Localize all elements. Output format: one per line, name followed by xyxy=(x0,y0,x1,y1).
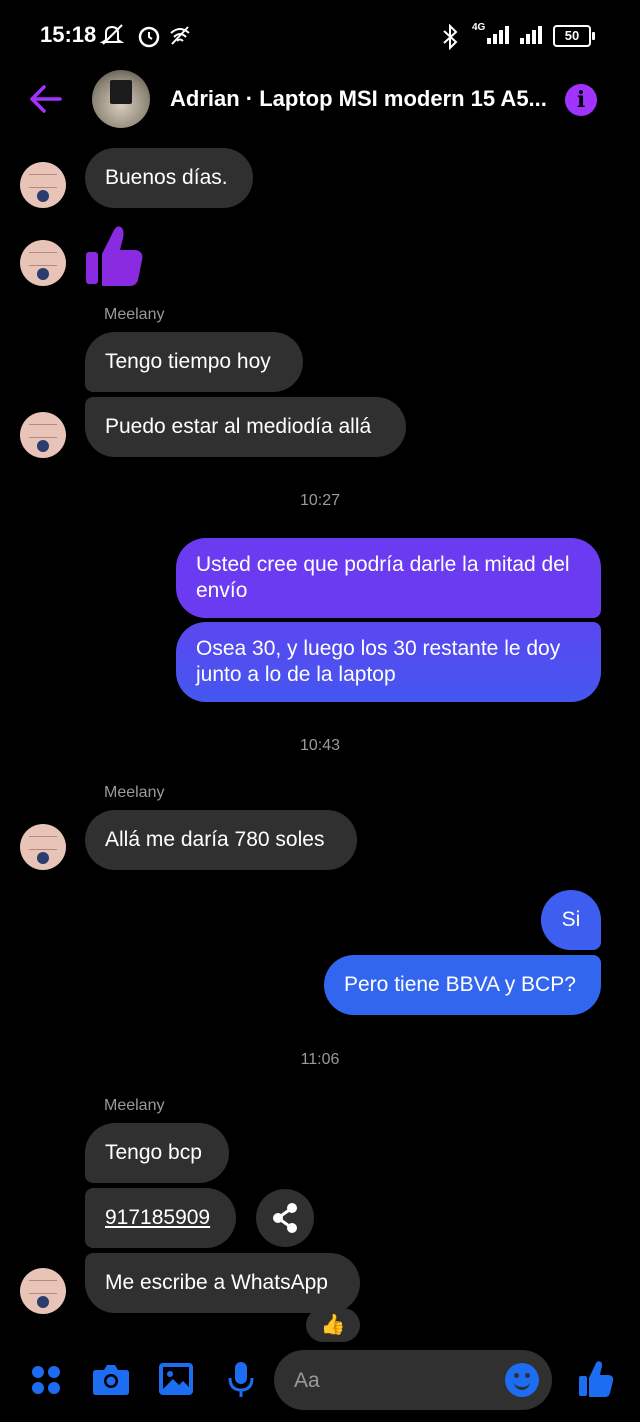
alarm-icon xyxy=(137,24,161,53)
sender-name: Meelany xyxy=(104,784,165,801)
signal-icon xyxy=(487,26,511,49)
message-incoming[interactable]: Buenos días. xyxy=(85,148,253,208)
thumbs-up-icon[interactable] xyxy=(578,1360,614,1403)
message-incoming[interactable]: Tengo bcp xyxy=(85,1123,229,1183)
sender-avatar[interactable] xyxy=(20,1268,66,1314)
emoji-icon[interactable] xyxy=(505,1363,539,1397)
timestamp: 10:27 xyxy=(299,492,341,509)
conversation-title[interactable]: Adrian · Laptop MSI modern 15 A5... xyxy=(170,86,547,112)
sender-avatar[interactable] xyxy=(20,240,66,286)
signal-2-icon xyxy=(520,26,546,49)
apps-icon[interactable] xyxy=(30,1364,62,1401)
message-input[interactable] xyxy=(274,1350,496,1412)
gallery-icon[interactable] xyxy=(158,1362,194,1401)
battery-indicator: 50 xyxy=(553,25,595,47)
status-time: 15:18 xyxy=(40,22,97,47)
message-outgoing[interactable]: Si xyxy=(541,890,601,950)
message-incoming[interactable]: Me escribe a WhatsApp xyxy=(85,1253,360,1313)
network-type: 4G xyxy=(472,22,486,33)
message-incoming[interactable]: Tengo tiempo hoy xyxy=(85,332,303,392)
sender-avatar[interactable] xyxy=(20,412,66,458)
wifi-off-icon xyxy=(168,24,192,51)
bluetooth-icon xyxy=(440,23,462,55)
reaction-badge[interactable]: 👍 xyxy=(306,1308,360,1342)
info-icon[interactable]: i xyxy=(565,84,597,116)
timestamp: 10:43 xyxy=(299,737,341,754)
sender-avatar[interactable] xyxy=(20,162,66,208)
message-outgoing[interactable]: Pero tiene BBVA y BCP? xyxy=(324,955,601,1015)
microphone-icon[interactable] xyxy=(228,1360,254,1405)
message-phone-link[interactable]: 917185909 xyxy=(85,1188,236,1248)
share-icon[interactable] xyxy=(256,1189,314,1247)
message-incoming[interactable]: Puedo estar al mediodía allá xyxy=(85,397,406,457)
thumbs-up-emoji-message[interactable] xyxy=(84,224,146,293)
camera-icon[interactable] xyxy=(92,1362,130,1401)
timestamp: 11:06 xyxy=(300,1051,340,1068)
message-incoming[interactable]: Allá me daría 780 soles xyxy=(85,810,357,870)
back-arrow-icon[interactable] xyxy=(28,84,62,119)
conversation-avatar[interactable] xyxy=(92,70,150,128)
message-outgoing[interactable]: Osea 30, y luego los 30 restante le doy … xyxy=(176,622,601,702)
message-outgoing[interactable]: Usted cree que podría darle la mitad del… xyxy=(176,538,601,618)
sender-avatar[interactable] xyxy=(20,824,66,870)
sender-name: Meelany xyxy=(104,1097,165,1114)
sender-name: Meelany xyxy=(104,306,165,323)
mute-icon xyxy=(99,24,128,51)
